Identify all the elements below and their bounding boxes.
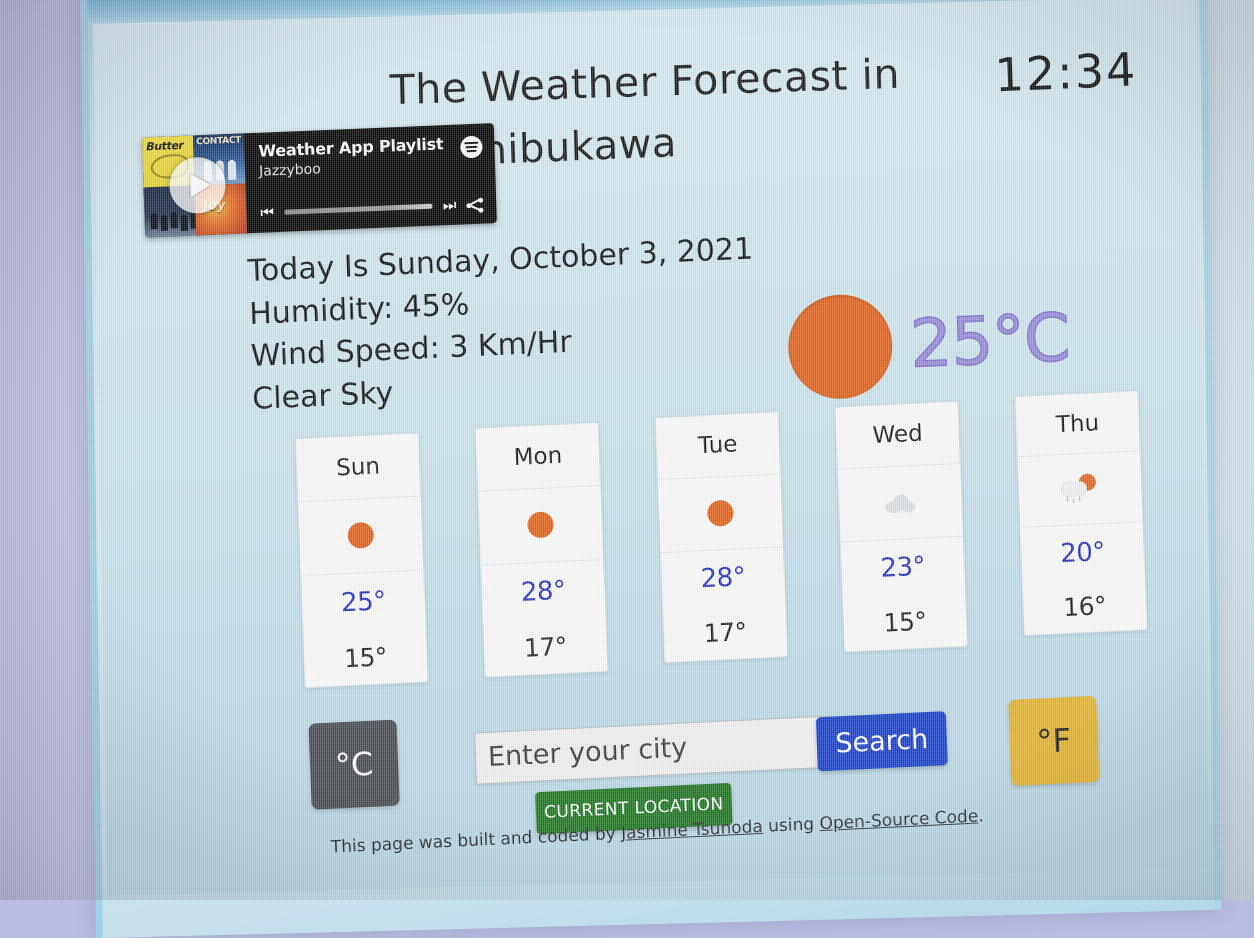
next-track-icon[interactable]: ⏭ — [443, 196, 457, 215]
weather-info: Today Is Sunday, October 3, 2021 Humidit… — [247, 229, 758, 422]
forecast-low: 17° — [703, 617, 748, 649]
forecast-card-sun[interactable]: Sun 25° 15° — [294, 432, 429, 689]
forecast-day: Mon — [475, 422, 601, 492]
forecast-high: 25° — [340, 585, 387, 619]
footer-suffix: . — [977, 806, 985, 827]
spotify-controls: ⏮ ⏭ — [260, 196, 484, 222]
sun-icon — [658, 473, 783, 553]
page-title-text: The Weather Forecast in — [388, 49, 901, 115]
forecast-low: 15° — [883, 606, 927, 638]
forecast-low: 16° — [1062, 590, 1107, 622]
forecast-card-mon[interactable]: Mon 28° 17° — [474, 421, 609, 678]
forecast-high: 28° — [700, 562, 746, 595]
forecast-high: 20° — [1059, 537, 1106, 570]
forecast-day: Sun — [295, 433, 421, 502]
previous-track-icon[interactable]: ⏮ — [260, 203, 274, 222]
weather-app: The Weather Forecast in Shibukawa 12:34 … — [92, 0, 1209, 896]
sun-rain-icon — [1017, 451, 1143, 529]
forecast-low: 15° — [343, 641, 388, 673]
forecast-card-tue[interactable]: Tue 28° 17° — [654, 411, 789, 664]
photograph-of-screen: The Weather Forecast in Shibukawa 12:34 … — [0, 0, 1254, 938]
spotify-player[interactable]: Weather App Playlist Jazzyboo ⏮ ⏭ — [141, 123, 497, 238]
forecast-high: 23° — [879, 551, 926, 584]
forecast-row: Sun 25° 15° Mon 28° 17° Tue 28° 17° Wed … — [99, 390, 1205, 702]
search-input[interactable]: Enter your city — [474, 715, 832, 785]
progress-bar[interactable] — [283, 203, 433, 215]
share-icon[interactable] — [466, 197, 484, 213]
browser-window: The Weather Forecast in Shibukawa 12:34 … — [80, 0, 1222, 938]
clock: 12:34 — [994, 42, 1139, 103]
spotify-info: Weather App Playlist Jazzyboo ⏮ ⏭ — [244, 123, 497, 233]
forecast-day: Thu — [1015, 391, 1140, 458]
current-temperature: 25°C — [908, 298, 1071, 383]
forecast-day: Wed — [835, 401, 960, 470]
forecast-low: 17° — [523, 631, 568, 663]
forecast-card-thu[interactable]: Thu 20° 16° — [1014, 390, 1148, 637]
footer-middle: using — [762, 814, 820, 837]
cloud-icon — [837, 463, 963, 543]
sun-icon — [478, 485, 604, 566]
forecast-high: 28° — [520, 575, 567, 608]
celsius-button[interactable]: °C — [308, 719, 400, 810]
fahrenheit-button[interactable]: °F — [1008, 695, 1100, 786]
current-weather: 25°C — [786, 285, 1071, 401]
album-art-grid — [141, 133, 248, 238]
sun-icon — [786, 292, 894, 401]
search-button[interactable]: Search — [815, 711, 948, 772]
sun-icon — [298, 495, 424, 577]
forecast-card-wed[interactable]: Wed 23° 15° — [834, 400, 968, 653]
forecast-day: Tue — [655, 412, 780, 480]
